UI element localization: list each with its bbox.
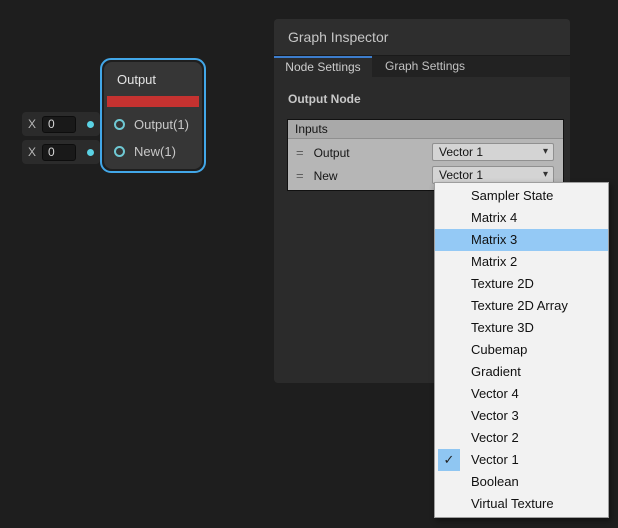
menu-item-label: Sampler State	[471, 188, 553, 203]
node-port[interactable]: Output(1)	[104, 111, 202, 138]
chevron-down-icon: ▾	[543, 167, 548, 183]
menu-item[interactable]: ✓ Vector 4	[435, 383, 608, 405]
drag-handle-icon[interactable]: =	[296, 168, 304, 183]
menu-item[interactable]: ✓ Sampler State	[435, 185, 608, 207]
menu-item-label: Texture 3D	[471, 320, 534, 335]
input-row-label: Output	[314, 146, 350, 160]
menu-item[interactable]: ✓ Texture 2D	[435, 273, 608, 295]
node-title: Output	[104, 62, 202, 96]
panel-title: Graph Inspector	[274, 19, 570, 56]
menu-item[interactable]: ✓ Cubemap	[435, 339, 608, 361]
type-context-menu: ✓ Sampler State ✓ Matrix 4 ✓ Matrix 3 ✓ …	[434, 182, 609, 518]
output-node[interactable]: Output Output(1) New(1)	[100, 58, 206, 173]
chevron-down-icon: ▾	[543, 144, 548, 160]
value-widget[interactable]: X	[22, 140, 100, 164]
menu-item-label: Matrix 2	[471, 254, 517, 269]
value-input[interactable]	[42, 144, 76, 161]
type-dropdown-value: Vector 1	[439, 145, 483, 159]
menu-item[interactable]: ✓ Matrix 3	[435, 229, 608, 251]
menu-item[interactable]: ✓ Vector 1	[435, 449, 608, 471]
menu-item-label: Vector 1	[471, 452, 519, 467]
section-title: Output Node	[288, 92, 570, 106]
node-body: Output Output(1) New(1)	[104, 62, 202, 169]
input-row: = Output Vector 1 ▾	[288, 141, 563, 164]
menu-item[interactable]: ✓ Texture 3D	[435, 317, 608, 339]
axis-label: X	[28, 145, 36, 159]
menu-item-label: Matrix 3	[471, 232, 517, 247]
menu-item-label: Gradient	[471, 364, 521, 379]
tab-bar: Node Settings Graph Settings	[274, 56, 570, 77]
menu-item-label: Vector 4	[471, 386, 519, 401]
menu-item[interactable]: ✓ Vector 3	[435, 405, 608, 427]
value-input[interactable]	[42, 116, 76, 133]
shader-graph-canvas: { "icons": { "check": "✓", "dropdown_arr…	[0, 0, 618, 528]
value-widget[interactable]: X	[22, 112, 100, 136]
drag-handle-icon[interactable]: =	[296, 145, 304, 160]
port-circle-icon[interactable]	[114, 119, 125, 130]
menu-item-label: Cubemap	[471, 342, 527, 357]
port-label: New(1)	[134, 144, 176, 159]
tab-node-settings[interactable]: Node Settings	[274, 56, 372, 77]
port-label: Output(1)	[134, 117, 189, 132]
inputs-list: Inputs = Output Vector 1 ▾ = New Vector …	[287, 119, 564, 191]
input-row-label: New	[314, 169, 338, 183]
menu-item-label: Texture 2D Array	[471, 298, 568, 313]
node-port[interactable]: New(1)	[104, 138, 202, 165]
menu-item-label: Matrix 4	[471, 210, 517, 225]
check-icon: ✓	[438, 449, 460, 471]
menu-item[interactable]: ✓ Virtual Texture	[435, 493, 608, 515]
node-ports: Output(1) New(1)	[104, 107, 202, 165]
type-dropdown-value: Vector 1	[439, 168, 483, 182]
menu-item-label: Texture 2D	[471, 276, 534, 291]
menu-item[interactable]: ✓ Gradient	[435, 361, 608, 383]
menu-item-label: Vector 2	[471, 430, 519, 445]
menu-item[interactable]: ✓ Boolean	[435, 471, 608, 493]
menu-item[interactable]: ✓ Matrix 2	[435, 251, 608, 273]
menu-item-label: Vector 3	[471, 408, 519, 423]
node-color-bar	[107, 96, 199, 107]
menu-item[interactable]: ✓ Vector 2	[435, 427, 608, 449]
menu-item-label: Virtual Texture	[471, 496, 554, 511]
value-widgets: X X	[22, 112, 100, 168]
port-dot-icon[interactable]	[87, 121, 94, 128]
type-dropdown[interactable]: Vector 1 ▾	[432, 143, 554, 161]
inputs-header: Inputs	[288, 120, 563, 139]
port-dot-icon[interactable]	[87, 149, 94, 156]
tab-graph-settings[interactable]: Graph Settings	[385, 56, 465, 77]
axis-label: X	[28, 117, 36, 131]
menu-item-label: Boolean	[471, 474, 519, 489]
menu-item[interactable]: ✓ Matrix 4	[435, 207, 608, 229]
port-circle-icon[interactable]	[114, 146, 125, 157]
menu-item[interactable]: ✓ Texture 2D Array	[435, 295, 608, 317]
